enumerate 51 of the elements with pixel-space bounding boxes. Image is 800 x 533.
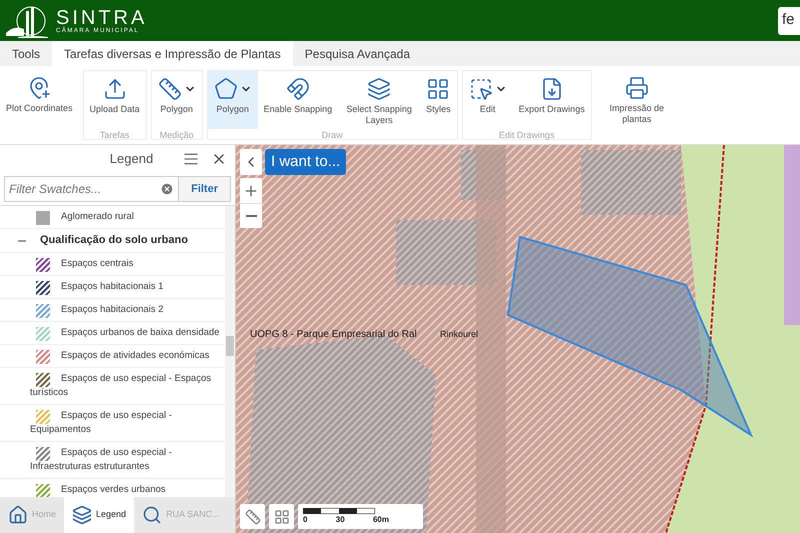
coordinates-tool-button[interactable]: [240, 504, 265, 529]
search-field[interactable]: fe: [778, 6, 800, 34]
map-pin-plus-icon: [27, 76, 52, 100]
printer-icon: [624, 76, 649, 100]
map-label: Rinkourel: [440, 328, 478, 341]
legend-item-label: Aglomerado rural: [60, 210, 135, 224]
i-want-to-button[interactable]: I want to...: [265, 149, 346, 175]
ribbon-group-label: Draw: [320, 129, 344, 142]
ribbon-group-label: Edit Drawings: [498, 129, 556, 142]
legend-group-title: Qualificação do solo urbano: [40, 233, 188, 248]
legend-title: Legend: [108, 150, 154, 168]
panel-tab[interactable]: Legend: [64, 497, 134, 533]
legend-item-label: Espaços de atividades económicas: [60, 349, 210, 363]
legend-item-label: Espaços habitacionais 1: [60, 280, 164, 294]
scrollbar[interactable]: [225, 206, 235, 497]
polygon-icon: [214, 77, 238, 101]
grid-icon: [274, 508, 290, 524]
legend-item-label: Espaços de uso especial - Equipamentos: [30, 409, 173, 437]
upload-icon: [102, 77, 127, 101]
ribbon-group-label: Medição: [158, 129, 195, 142]
map-label: UOPG 8 - Parque Empresarial do Ral: [250, 328, 417, 342]
scale-bar-icon: [303, 508, 375, 514]
scale-label: 0: [303, 514, 308, 526]
ribbon-tool-button[interactable]: Polygon: [208, 71, 258, 129]
ribbon-group-label: Tarefas: [98, 129, 130, 142]
ribbon-tab[interactable]: Pesquisa Avançada: [292, 41, 422, 66]
ribbon-tab[interactable]: Tools: [0, 41, 52, 66]
menu-icon[interactable]: [182, 151, 199, 167]
scale-tool-button[interactable]: [269, 504, 294, 529]
edit-vertices-icon: [468, 77, 493, 101]
logo-title: SINTRA: [56, 8, 148, 28]
legend-item-label: Espaços verdes urbanos: [60, 483, 167, 497]
minus-icon: [246, 215, 256, 217]
ruler-icon: [158, 77, 182, 101]
home-icon: [8, 505, 28, 525]
search-icon: [142, 505, 162, 525]
plus-icon: [243, 182, 259, 198]
back-button[interactable]: [240, 149, 262, 175]
layers-icon: [367, 77, 392, 101]
layers-icon: [72, 505, 92, 525]
ruler-icon: [244, 508, 260, 524]
scale-label: 60m: [372, 514, 389, 526]
ribbon-tab[interactable]: Tarefas diversas e Impressão de Plantas: [52, 41, 293, 66]
legend-item-label: Espaços centrais: [60, 257, 134, 271]
legend-item-label: Espaços urbanos de baixa densidade: [60, 326, 220, 340]
legend-item-label: Espaços de uso especial - Infraestruturas estruturantes: [30, 446, 173, 474]
styles-icon: [426, 77, 450, 101]
magnet-icon: [286, 77, 310, 101]
legend-item-label: Espaços habitacionais 2: [60, 303, 164, 317]
legend-item-label: Espaços de uso especial - Espaços turísticos: [30, 372, 212, 400]
scale-label: 30: [336, 514, 345, 526]
